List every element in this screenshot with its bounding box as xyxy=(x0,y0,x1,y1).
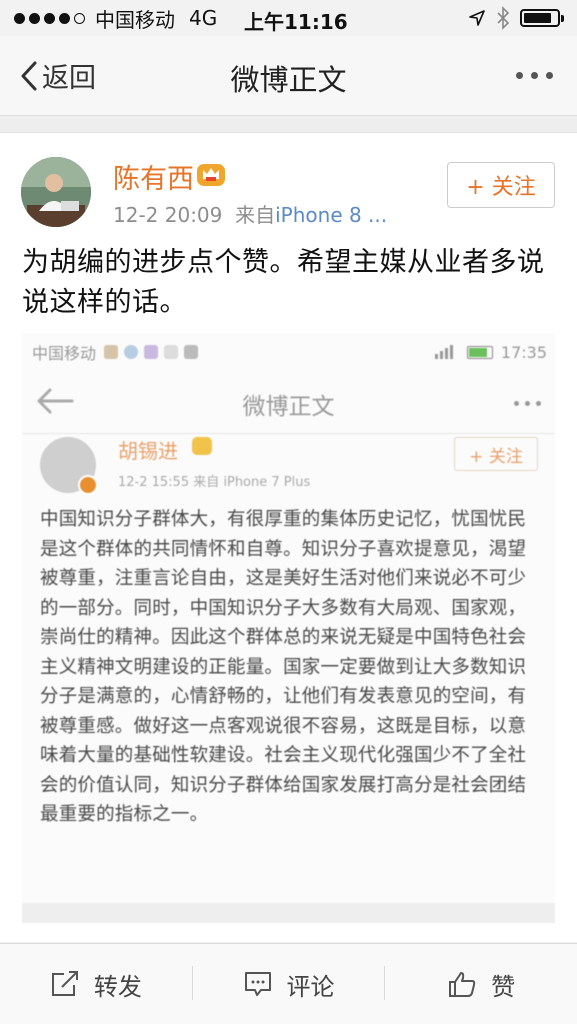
avatar[interactable] xyxy=(21,157,91,227)
comment-button[interactable]: 评论 xyxy=(193,944,385,1024)
embedded-screenshot-image[interactable]: 中国移动 17:35 微博正文 胡锡进 12-2 15:55 来自 iPhone… xyxy=(22,333,555,923)
location-arrow-icon xyxy=(469,10,485,26)
embedded-post-text: 中国知识分子群体大，有很厚重的集体历史记忆，忧国忧民是这个群体的共同情怀和自尊。… xyxy=(40,509,527,825)
section-divider xyxy=(0,116,577,132)
embedded-follow-button: + 关注 xyxy=(454,437,538,471)
embedded-author-name: 胡锡进 xyxy=(118,439,178,463)
embedded-battery-icon xyxy=(466,345,493,359)
source-prefix: 来自 xyxy=(235,203,276,227)
embedded-vip-icon xyxy=(192,437,212,455)
embedded-status-bar: 中国移动 17:35 xyxy=(22,333,555,371)
share-icon xyxy=(51,971,78,996)
embedded-navigation-bar: 微博正文 xyxy=(22,371,555,434)
embedded-notification-icons xyxy=(104,345,199,359)
page-title: 微博正文 xyxy=(230,63,347,97)
comment-label: 评论 xyxy=(286,972,335,1001)
repost-button[interactable]: 转发 xyxy=(0,944,192,1024)
post-text: 为胡编的进步点个赞。希望主媒从业者多说说这样的话。 xyxy=(22,247,545,318)
bluetooth-icon xyxy=(497,6,510,30)
status-bar: 中国移动 4G 上午11:16 xyxy=(0,0,577,36)
follow-button[interactable]: + 关注 xyxy=(447,162,555,208)
embedded-meta: 12-2 15:55 来自 iPhone 7 Plus xyxy=(118,475,311,490)
like-button[interactable]: 赞 xyxy=(385,944,577,1024)
embedded-avatar xyxy=(40,437,98,495)
vip-crown-icon xyxy=(197,164,225,186)
post-source[interactable]: iPhone 8 ... xyxy=(275,203,387,227)
clock: 上午11:16 xyxy=(244,10,348,34)
embedded-carrier: 中国移动 xyxy=(32,344,97,363)
thumbs-up-icon xyxy=(449,972,476,997)
author-name[interactable]: 陈有西 xyxy=(113,157,194,196)
action-bar: 转发 评论 赞 xyxy=(0,943,577,1024)
post-timestamp: 12-2 20:09 xyxy=(113,203,223,227)
embedded-bottom-strip xyxy=(22,903,555,923)
navigation-bar: 返回 微博正文 xyxy=(0,36,577,116)
signal-strength-icon xyxy=(14,12,85,24)
embedded-more-icon xyxy=(514,401,541,406)
post-meta: 12-2 20:09 来自iPhone 8 ... xyxy=(113,199,387,228)
network-type-label: 4G xyxy=(189,6,218,30)
like-label: 赞 xyxy=(491,972,516,1001)
embedded-time: 17:35 xyxy=(500,342,547,362)
carrier-label: 中国移动 xyxy=(95,7,175,32)
embedded-signal-icon xyxy=(434,345,453,359)
embedded-title: 微博正文 xyxy=(242,394,335,420)
comment-icon xyxy=(244,972,271,996)
post-card: 陈有西 12-2 20:09 来自iPhone 8 ... + 关注 为胡编的进… xyxy=(0,132,577,942)
more-options-button[interactable] xyxy=(516,72,553,79)
repost-label: 转发 xyxy=(93,972,142,1001)
battery-icon xyxy=(520,9,564,27)
